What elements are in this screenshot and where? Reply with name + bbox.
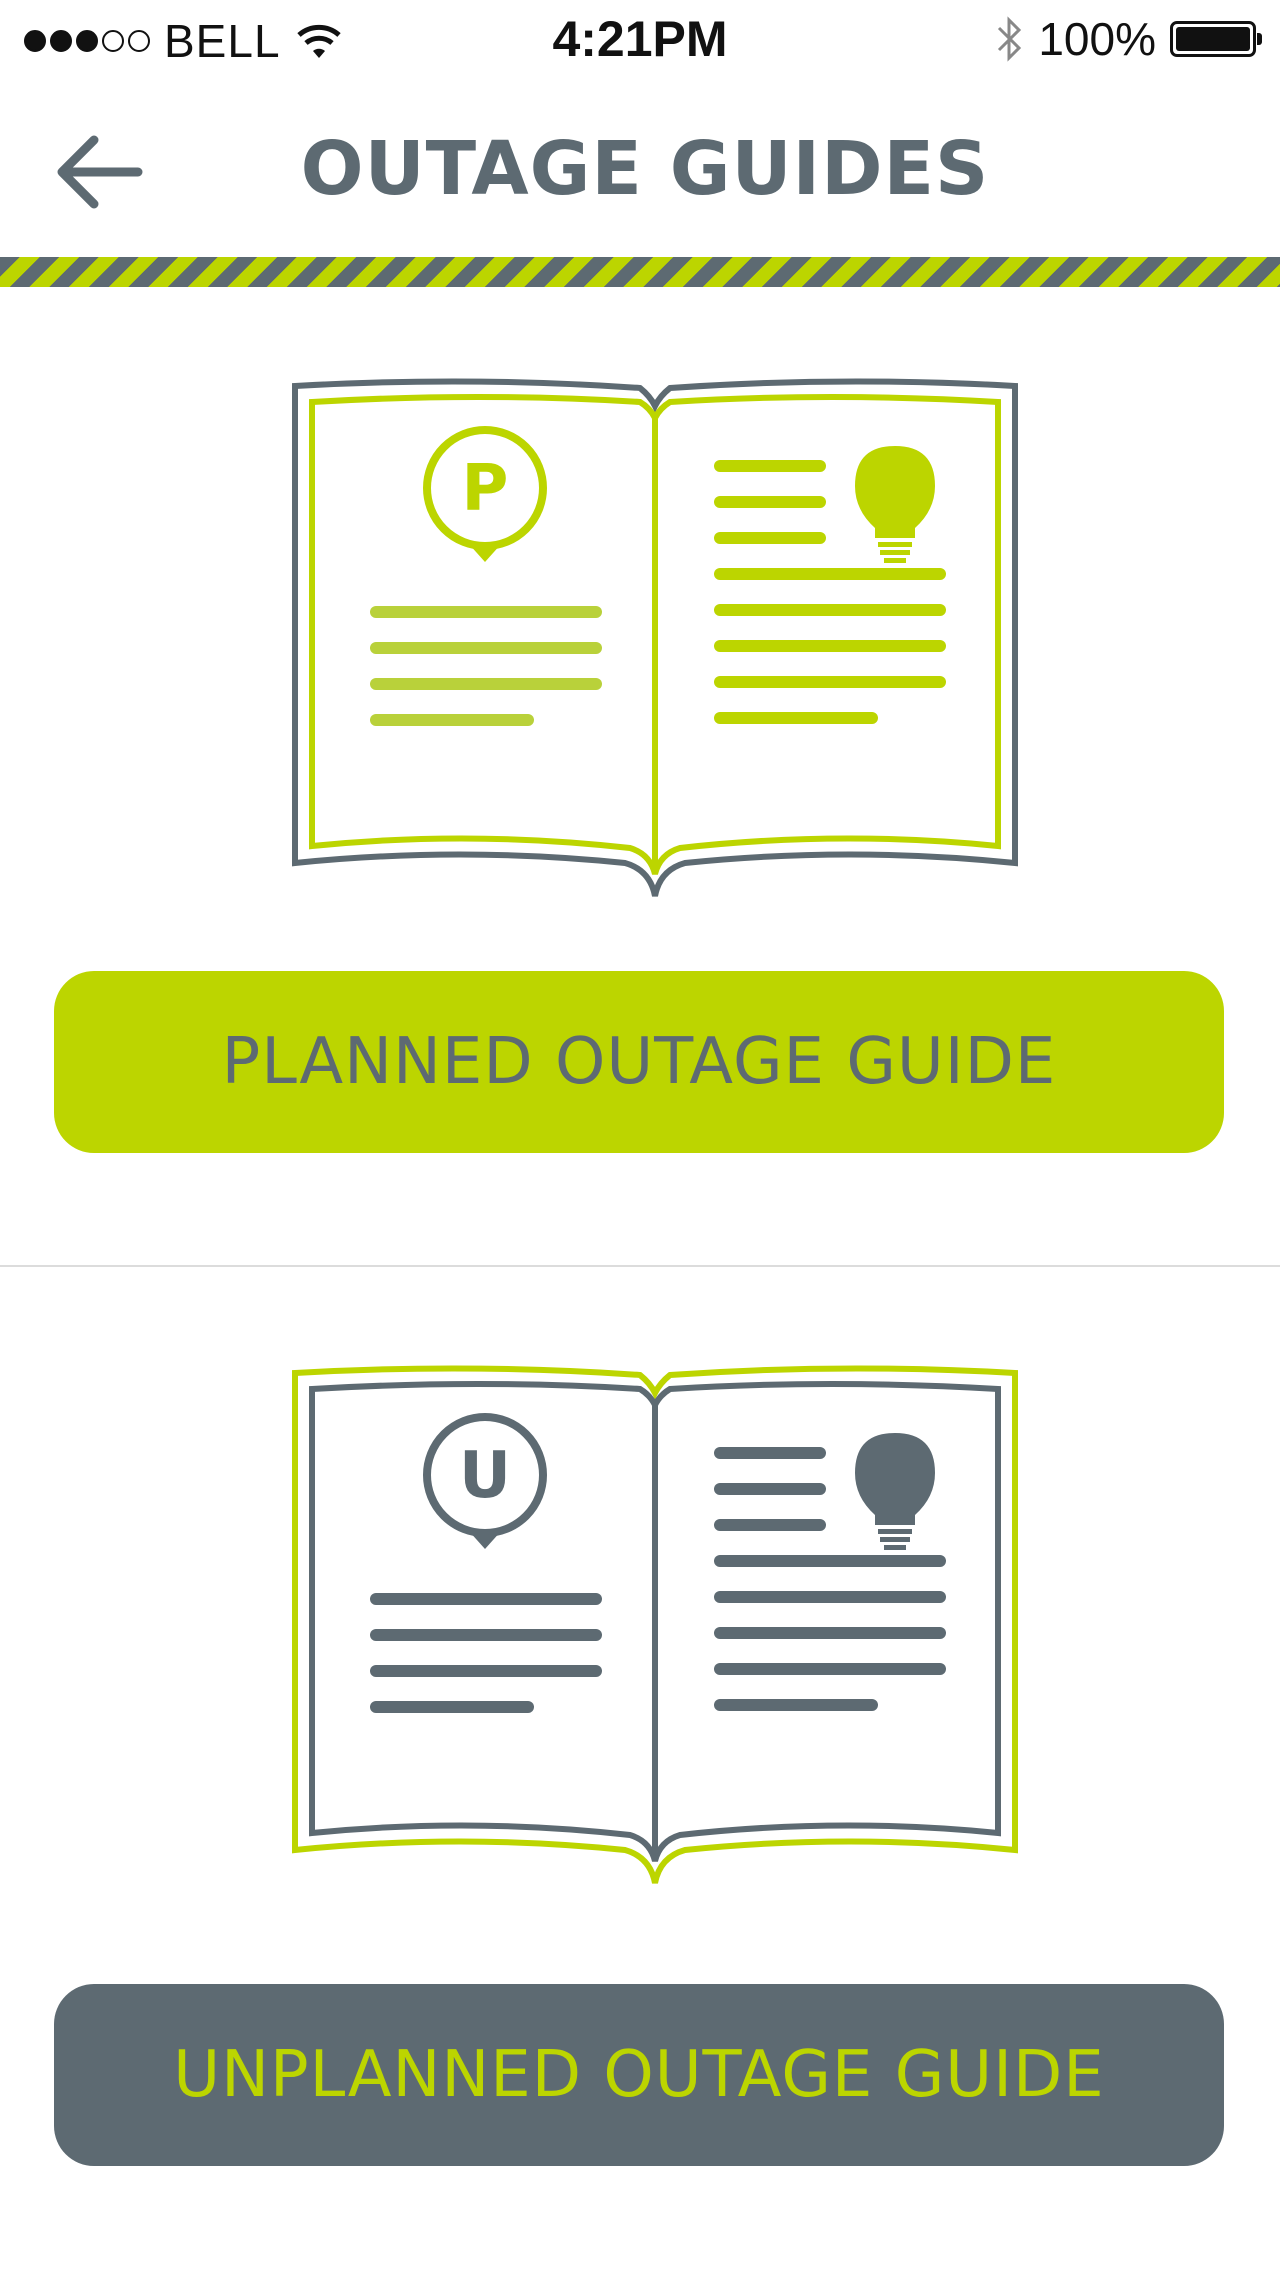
bluetooth-icon xyxy=(998,16,1022,62)
planned-outage-guide-button[interactable]: PLANNED OUTAGE GUIDE xyxy=(54,971,1224,1153)
header: OUTAGE GUIDES xyxy=(0,82,1280,252)
planned-outage-guide-label: PLANNED OUTAGE GUIDE xyxy=(221,1025,1057,1099)
hazard-stripe-divider xyxy=(0,257,1280,287)
unplanned-guide-book-icon: U xyxy=(292,1365,1018,1884)
unplanned-badge-letter: U xyxy=(459,1439,511,1513)
status-bar: BELL 4:21PM 100% xyxy=(0,0,1280,82)
battery-icon xyxy=(1170,21,1262,57)
planned-guide-book-icon: P xyxy=(292,378,1018,897)
section-divider xyxy=(0,1265,1280,1267)
unplanned-outage-guide-label: UNPLANNED OUTAGE GUIDE xyxy=(173,2038,1105,2112)
page-title: OUTAGE GUIDES xyxy=(300,126,990,212)
unplanned-outage-guide-button[interactable]: UNPLANNED OUTAGE GUIDE xyxy=(54,1984,1224,2166)
status-right: 100% xyxy=(994,12,1262,66)
planned-badge-letter: P xyxy=(462,452,509,526)
battery-percentage: 100% xyxy=(1038,13,1156,65)
